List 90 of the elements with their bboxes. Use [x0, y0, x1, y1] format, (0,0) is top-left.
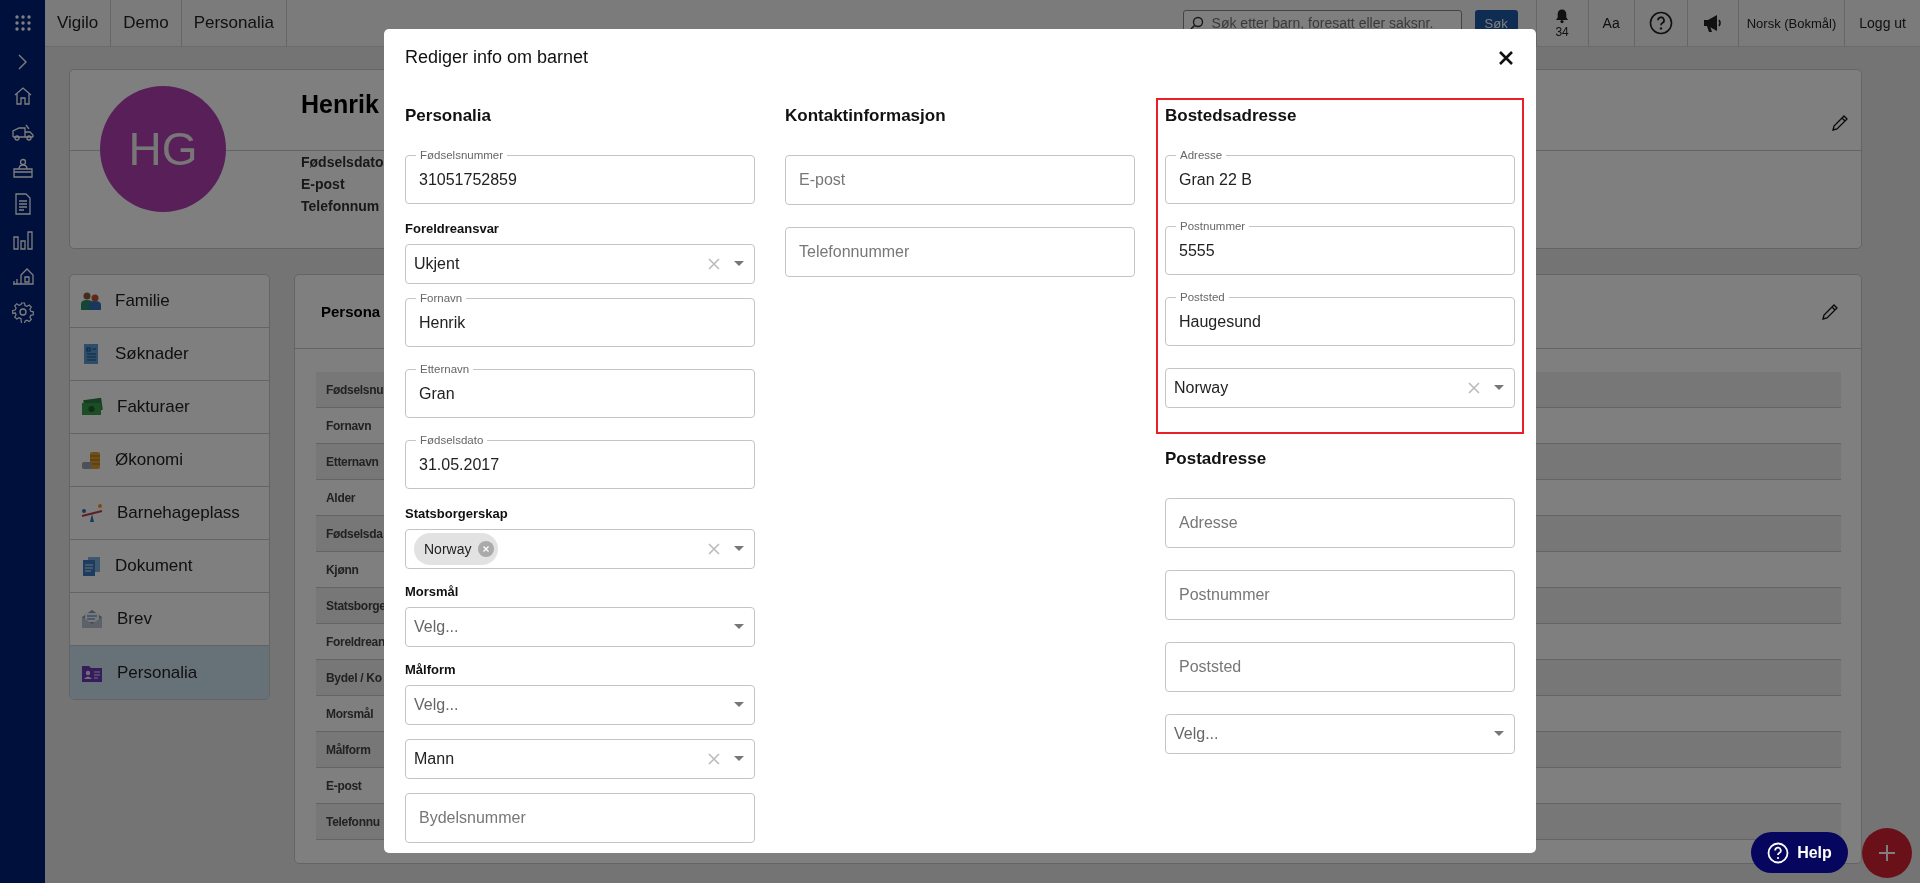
dropdown[interactable]: Velg... [405, 685, 755, 725]
menu-item[interactable]: Barnehageplass [70, 487, 269, 540]
seesaw-icon [80, 502, 104, 524]
input-field[interactable]: Poststed [1165, 642, 1515, 692]
breadcrumb-link[interactable]: Demo [111, 0, 182, 47]
envelope-icon [80, 608, 104, 630]
input-field[interactable]: E-post [785, 155, 1135, 205]
input-field[interactable]: Fødselsdato 31.05.2017 [405, 433, 755, 489]
help-button[interactable]: Help [1751, 832, 1848, 873]
settings-icon[interactable] [11, 301, 34, 323]
row-label: Målform [326, 742, 371, 757]
row-label: Alder [326, 490, 356, 505]
coins-icon [80, 449, 102, 471]
chip[interactable]: Norway [414, 533, 499, 565]
help-icon [1648, 11, 1673, 35]
breadcrumb-link[interactable]: Personalia [181, 0, 287, 47]
input-field[interactable]: Fornavn Henrik [405, 291, 755, 347]
add-button[interactable] [1862, 828, 1912, 878]
document-icon [80, 555, 102, 577]
field-label: Morsmål [405, 583, 460, 601]
plus-icon [1877, 843, 1897, 863]
section-heading: Kontaktinformasjon [785, 105, 947, 127]
menu-item[interactable]: Økonomi [70, 434, 269, 487]
caret-icon [734, 702, 744, 708]
child-name: Henrik [301, 90, 380, 120]
grid-icon [13, 14, 32, 32]
input-field[interactable]: Telefonnummer [785, 227, 1135, 277]
card-title: Persona [321, 303, 381, 320]
row-label: Foreldrean [326, 634, 386, 649]
caret-icon [734, 546, 744, 552]
caret-icon [734, 756, 744, 762]
avatar: HG [100, 86, 226, 212]
section-heading: Personalia [405, 105, 492, 127]
field-label: Telefonnum [301, 198, 381, 214]
row-label: Bydel / Ko [326, 670, 382, 685]
menu-item[interactable]: Fakturaer [70, 381, 269, 434]
row-label: Etternavn [326, 454, 379, 469]
input-field[interactable]: Fødselsnummer 31051752859 [405, 148, 755, 204]
row-label: E-post [326, 778, 362, 793]
menu-item[interactable]: Personalia [70, 646, 269, 699]
field-label: Fødselsdato [301, 154, 384, 170]
field-label: Foreldreansvar [405, 220, 500, 238]
language-button[interactable]: Norsk (Bokmål) [1737, 0, 1845, 47]
dropdown[interactable]: Velg... [405, 607, 755, 647]
desk-icon[interactable] [11, 157, 34, 179]
caret-icon [1494, 385, 1504, 391]
megaphone-icon [1701, 13, 1724, 33]
help-icon [1767, 841, 1790, 864]
breadcrumb-link[interactable]: Vigilo [45, 0, 112, 47]
text-size-button[interactable]: Aa [1587, 0, 1634, 47]
row-label: Fornavn [326, 418, 372, 433]
banknote-icon [80, 396, 104, 418]
row-label: Fødselsda [326, 526, 383, 541]
input-field[interactable]: Postnummer 5555 [1165, 219, 1515, 275]
row-label: Telefonnu [326, 814, 380, 829]
logout-button[interactable]: Logg ut [1844, 0, 1920, 47]
pencil-icon[interactable] [1831, 114, 1849, 132]
section-heading: Bostedsadresse [1165, 105, 1298, 127]
menu-item[interactable]: Søknader [70, 328, 269, 381]
row-label: Statsborge [326, 598, 386, 613]
dropdown[interactable]: Norway [405, 529, 755, 569]
bar-chart-icon[interactable] [11, 229, 34, 251]
pencil-icon[interactable] [1821, 302, 1839, 321]
menu-item[interactable]: Familie [70, 275, 269, 328]
field-label: Statsborgerskap [405, 505, 509, 523]
row-label: Kjønn [326, 562, 359, 577]
bell-icon [1554, 7, 1571, 24]
input-field[interactable]: Adresse Gran 22 B [1165, 148, 1515, 204]
dropdown[interactable]: Ukjent [405, 244, 755, 284]
row-label: Morsmål [326, 706, 374, 721]
input-field[interactable]: Bydelsnummer [405, 793, 755, 843]
dialog-title: Rediger info om barnet [405, 47, 589, 68]
dropdown[interactable]: Velg... [1165, 714, 1515, 754]
section-heading: Postadresse [1165, 448, 1268, 470]
caret-icon [1494, 731, 1504, 737]
caret-icon [734, 261, 744, 267]
input-field[interactable]: Adresse [1165, 498, 1515, 548]
close-icon[interactable] [1498, 49, 1514, 66]
input-field[interactable]: Postnummer [1165, 570, 1515, 620]
input-field[interactable]: Poststed Haugesund [1165, 290, 1515, 346]
dropdown[interactable]: Norway [1165, 368, 1515, 408]
search-icon [1189, 16, 1204, 30]
people-icon [80, 290, 102, 312]
row-label: Fødselsnu [326, 382, 384, 397]
dropdown[interactable]: Mann [405, 739, 755, 779]
document-icon[interactable] [12, 193, 33, 215]
field-label: Målform [405, 661, 457, 679]
menu-item[interactable]: Dokument [70, 540, 269, 593]
field-label: E-post [301, 176, 346, 192]
input-field[interactable]: Etternavn Gran [405, 362, 755, 418]
